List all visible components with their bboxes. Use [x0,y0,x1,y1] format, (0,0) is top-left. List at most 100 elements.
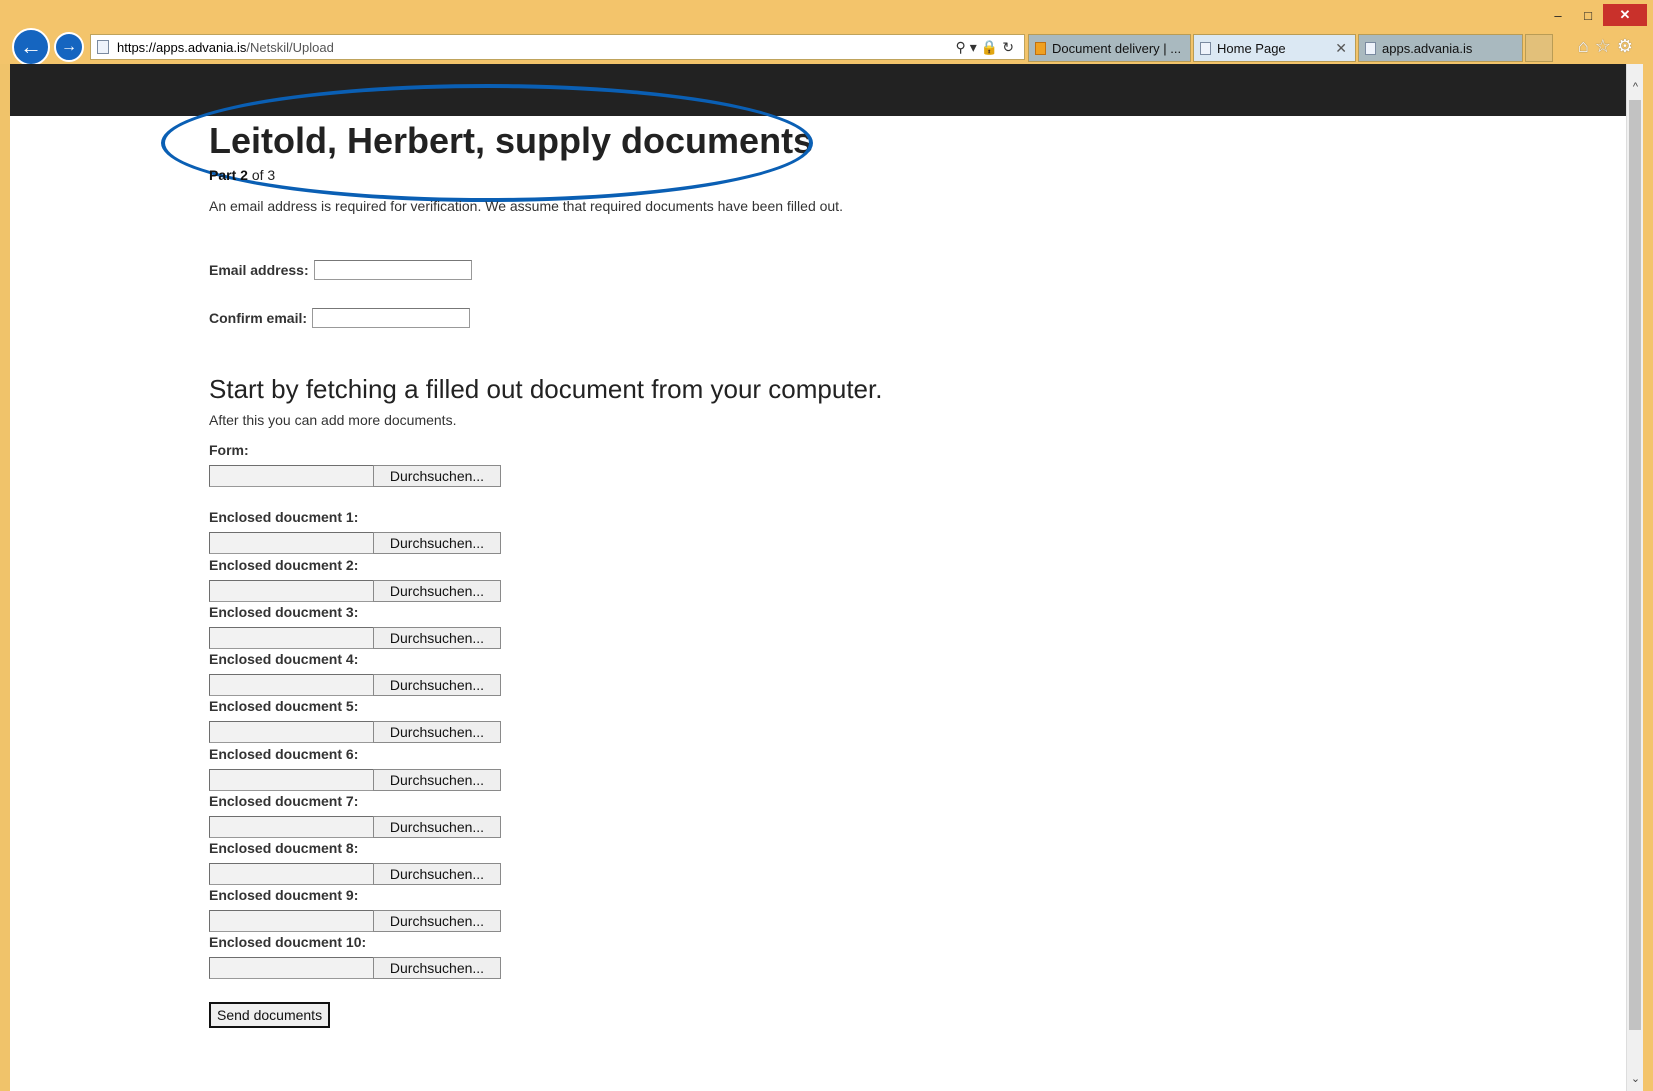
part-total: of 3 [251,167,276,183]
browse-button[interactable]: Durchsuchen... [373,816,501,838]
site-header-bar [10,64,1626,116]
window-border [1643,64,1653,1091]
address-tools: ⚲▾🔒↻ [956,39,1018,56]
dropdown-icon[interactable]: ▾ [970,39,981,55]
tab-document-delivery[interactable]: Document delivery | ... [1028,34,1191,62]
enclosed-file-input-10: Durchsuchen... [209,957,501,979]
enclosed-label-6: Enclosed doucment 6: [209,746,359,762]
file-path-field[interactable] [209,816,374,838]
file-path-field[interactable] [209,580,374,602]
enclosed-file-input-1: Durchsuchen... [209,532,501,554]
close-window-button[interactable]: ✕ [1603,4,1647,26]
part-indicator: Part 2 of 3 [209,167,275,183]
enclosed-label-1: Enclosed doucment 1: [209,509,359,525]
file-path-field[interactable] [209,721,374,743]
part-label: Part [209,167,237,183]
browse-button[interactable]: Durchsuchen... [373,465,501,487]
star-icon[interactable]: ☆ [1595,36,1617,56]
scroll-thumb[interactable] [1629,100,1641,1030]
confirm-email-input[interactable] [312,308,471,328]
minimize-button[interactable]: – [1543,4,1573,26]
tab-label: apps.advania.is [1382,40,1473,56]
fetch-heading: Start by fetching a filled out document … [209,374,883,404]
form-file-input: Durchsuchen... [209,465,501,487]
new-tab-button[interactable] [1525,34,1553,62]
browse-button[interactable]: Durchsuchen... [373,957,501,979]
enclosed-file-input-7: Durchsuchen... [209,816,501,838]
enclosed-label-2: Enclosed doucment 2: [209,557,359,573]
file-path-field[interactable] [209,769,374,791]
browser-chrome: – □ ✕ ← → https:// apps.advania.is /Nets… [0,0,1653,66]
tab-home-page[interactable]: Home Page ✕ [1193,34,1356,62]
search-icon[interactable]: ⚲ [956,39,970,55]
enclosed-file-input-3: Durchsuchen... [209,627,501,649]
tab-label: Home Page [1217,40,1286,56]
enclosed-label-3: Enclosed doucment 3: [209,604,359,620]
url-scheme: https:// [117,39,157,55]
send-documents-button[interactable]: Send documents [209,1002,331,1028]
favicon-icon [1035,41,1046,55]
browse-button[interactable]: Durchsuchen... [373,674,501,696]
enclosed-file-input-4: Durchsuchen... [209,674,501,696]
lock-icon[interactable]: 🔒 [981,39,1002,55]
page-viewport: Leitold, Herbert, supply documents Part … [10,64,1626,1091]
confirm-email-label: Confirm email: [209,310,308,326]
file-path-field[interactable] [209,532,374,554]
enclosed-file-input-6: Durchsuchen... [209,769,501,791]
enclosed-file-input-2: Durchsuchen... [209,580,501,602]
browser-toolbar-icons: ⌂☆⚙ [1578,36,1639,57]
enclosed-label-9: Enclosed doucment 9: [209,887,359,903]
browse-button[interactable]: Durchsuchen... [373,627,501,649]
window-controls: – □ ✕ [1543,4,1647,26]
vertical-scrollbar[interactable]: ^ ⌄ [1626,64,1643,1091]
file-path-field[interactable] [209,465,374,487]
enclosed-label-5: Enclosed doucment 5: [209,698,359,714]
arrow-right-icon: → [61,38,77,55]
fetch-subtext: After this you can add more documents. [209,412,457,428]
file-path-field[interactable] [209,910,374,932]
browse-button[interactable]: Durchsuchen... [373,910,501,932]
page-title: Leitold, Herbert, supply documents [209,120,814,161]
gear-icon[interactable]: ⚙ [1617,36,1639,56]
confirm-email-row: Confirm email: [209,308,471,328]
refresh-icon[interactable]: ↻ [1002,39,1018,55]
part-current: 2 [240,167,248,183]
enclosed-label-4: Enclosed doucment 4: [209,651,359,667]
intro-text: An email address is required for verific… [209,198,843,214]
email-label: Email address: [209,262,309,278]
file-path-field[interactable] [209,957,374,979]
browse-button[interactable]: Durchsuchen... [373,532,501,554]
page-icon [1365,41,1376,55]
enclosed-label-8: Enclosed doucment 8: [209,840,359,856]
browse-button[interactable]: Durchsuchen... [373,580,501,602]
browse-button[interactable]: Durchsuchen... [373,863,501,885]
email-input[interactable] [313,260,472,280]
enclosed-file-input-5: Durchsuchen... [209,721,501,743]
browse-button[interactable]: Durchsuchen... [373,721,501,743]
forward-button[interactable]: → [54,32,84,62]
page-icon [1200,41,1211,55]
enclosed-file-input-8: Durchsuchen... [209,863,501,885]
chevron-down-icon[interactable]: ⌄ [1627,1069,1644,1087]
home-icon[interactable]: ⌂ [1578,36,1595,56]
url-host: apps.advania.is [156,39,247,55]
file-path-field[interactable] [209,674,374,696]
url-path: /Netskil/Upload [246,39,334,55]
enclosed-label-7: Enclosed doucment 7: [209,793,359,809]
email-row: Email address: [209,260,472,280]
page-icon [97,40,109,54]
enclosed-file-input-9: Durchsuchen... [209,910,501,932]
tab-apps-advania[interactable]: apps.advania.is [1358,34,1523,62]
file-path-field[interactable] [209,627,374,649]
chevron-up-icon[interactable]: ^ [1627,78,1644,96]
back-button[interactable]: ← [12,28,50,66]
form-label: Form: [209,442,249,458]
arrow-left-icon: ← [20,34,42,59]
file-path-field[interactable] [209,863,374,885]
close-tab-icon[interactable]: ✕ [1335,40,1347,57]
browse-button[interactable]: Durchsuchen... [373,769,501,791]
address-bar[interactable]: https:// apps.advania.is /Netskil/Upload… [90,34,1025,60]
maximize-button[interactable]: □ [1573,4,1603,26]
enclosed-label-10: Enclosed doucment 10: [209,934,367,950]
tab-label: Document delivery | ... [1052,40,1182,56]
